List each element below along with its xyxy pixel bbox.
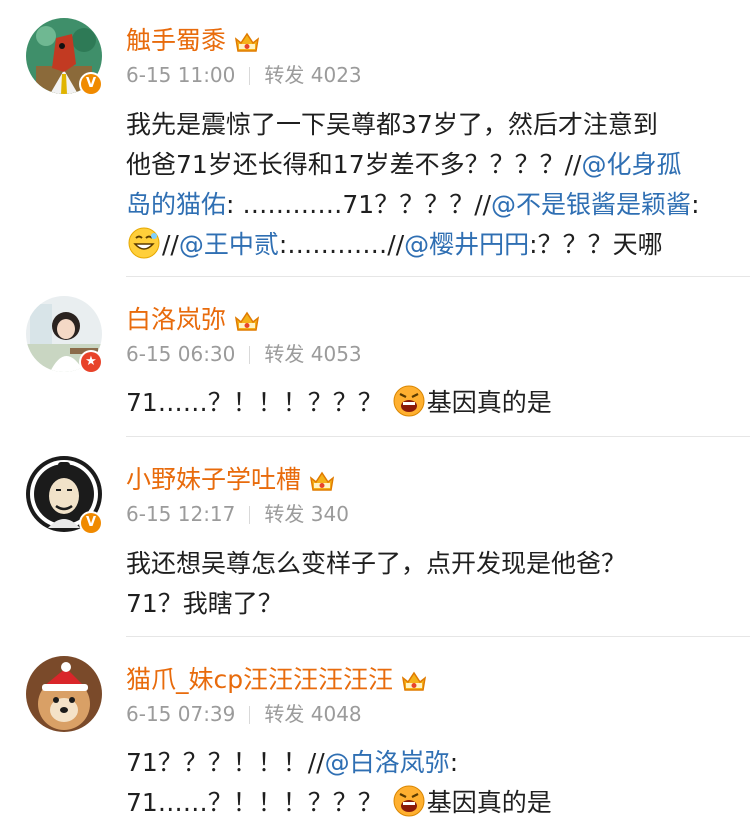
repost-label[interactable]: 转发 [264,63,304,87]
vip-crown-icon [309,471,335,491]
mention-link[interactable]: @化身孤 [581,150,681,179]
mention-link[interactable]: @不是银酱是颖酱 [491,190,691,219]
repost-label[interactable]: 转发 [264,502,304,526]
timestamp: 6-15 06:30 [126,342,236,366]
username[interactable]: 白洛岚弥 [126,305,260,335]
text-line: 我先是震惊了一下吴尊都37岁了，然后才注意到 [126,110,658,139]
repost-count[interactable]: 340 [311,502,349,526]
repost-count[interactable]: 4048 [311,702,362,726]
meta-divider [249,346,251,364]
timestamp: 6-15 12:17 [126,502,236,526]
divider [126,276,750,277]
comment-meta: 6-15 11:00 转发 4023 [126,62,362,88]
timestamp: 6-15 11:00 [126,63,236,87]
mention-link[interactable]: @王中贰 [179,230,279,259]
comment-meta: 6-15 07:39 转发 4048 [126,701,362,727]
text-line: 71……？！！！？？？ 基因真的是 [126,783,726,823]
text-line: 71？我瞎了？ [126,589,283,618]
text-line: 岛的猫佑: …………71？？？？//@不是银酱是颖酱: [126,190,700,219]
meta-divider [249,67,251,85]
comment-text: 我先是震惊了一下吴尊都37岁了，然后才注意到 他爸71岁还长得和17岁差不多？？… [126,105,726,265]
repost-label[interactable]: 转发 [264,342,304,366]
mention-link[interactable]: @樱井円円 [404,230,529,259]
mention-link[interactable]: 岛的猫佑 [126,190,226,219]
text-line: 他爸71岁还长得和17岁差不多？？？？//@化身孤 [126,150,682,179]
timestamp: 6-15 07:39 [126,702,236,726]
repost-count[interactable]: 4023 [311,63,362,87]
text-line: 71……？！！！？？？ 基因真的是 [126,383,726,423]
angry-emoji-icon [393,785,425,817]
meta-divider [249,706,251,724]
meta-divider [249,506,251,524]
repost-label[interactable]: 转发 [264,702,304,726]
comment-meta: 6-15 12:17 转发 340 [126,501,349,527]
comment-text: 我还想吴尊怎么变样子了，点开发现是他爸？ 71？我瞎了？ [126,544,726,624]
vip-crown-icon [402,671,427,691]
username[interactable]: 小野妹子学吐槽 [126,465,335,495]
username[interactable]: 触手蜀黍 [126,26,260,56]
vip-crown-icon [234,32,260,52]
comment-meta: 6-15 06:30 转发 4053 [126,341,362,367]
comment-text: 71？？？！！！//@白洛岚弥: 71……？！！！？？？ 基因真的是 [126,743,726,823]
verified-badge-icon: ★ [79,350,103,374]
mention-link[interactable]: @白洛岚弥 [325,748,450,777]
angry-emoji-icon [393,385,425,417]
username[interactable]: 猫爪_妹cp汪汪汪汪汪汪 [126,665,427,695]
verified-badge-icon: V [79,511,103,535]
divider [126,436,750,437]
divider [126,636,750,637]
vip-crown-icon [234,311,260,331]
repost-count[interactable]: 4053 [311,342,362,366]
verified-badge-icon: V [79,72,103,96]
grin-emoji-icon [128,227,160,259]
text-line: //@王中贰:…………//@樱井円円:？？？天哪 [126,225,726,265]
comment-text: 71……？！！！？？？ 基因真的是 [126,383,726,423]
text-line: 71？？？！！！//@白洛岚弥: [126,748,459,777]
text-line: 我还想吴尊怎么变样子了，点开发现是他爸？ [126,549,627,578]
avatar[interactable] [26,656,102,732]
